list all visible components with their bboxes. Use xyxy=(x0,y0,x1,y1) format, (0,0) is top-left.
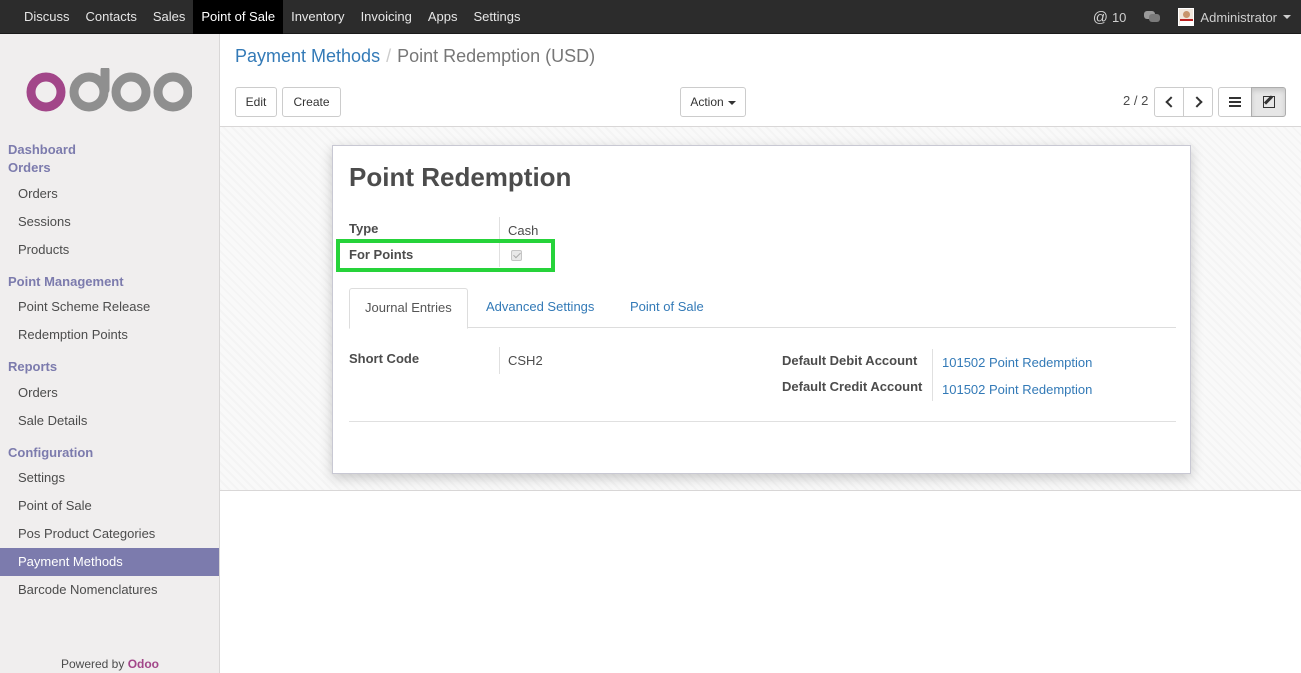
menu-discuss[interactable]: Discuss xyxy=(16,0,78,34)
app-menu: Discuss Contacts Sales Point of Sale Inv… xyxy=(16,0,529,34)
divider xyxy=(349,421,1176,422)
action-dropdown[interactable]: Action xyxy=(680,87,746,117)
debit-account-label: Default Debit Account xyxy=(782,353,918,368)
list-icon xyxy=(1229,97,1241,107)
sidebar-item-payment-methods[interactable]: Payment Methods xyxy=(0,548,219,576)
avatar[interactable] xyxy=(1178,8,1195,26)
action-label: Action xyxy=(690,95,724,109)
edit-button[interactable]: Edit xyxy=(235,87,277,117)
notifications-button[interactable]: @ 10 xyxy=(1093,9,1127,26)
menu-apps[interactable]: Apps xyxy=(420,0,466,34)
field-separator xyxy=(499,217,500,241)
chevron-left-icon xyxy=(1164,96,1177,108)
edit-icon xyxy=(1262,96,1275,108)
highlight-box xyxy=(336,239,555,272)
user-menu[interactable]: Administrator xyxy=(1200,10,1277,25)
breadcrumb-current: Point Redemption (USD) xyxy=(397,46,596,66)
short-code-label: Short Code xyxy=(349,351,420,366)
type-label: Type xyxy=(349,221,379,236)
powered-by-label: Powered by xyxy=(60,657,125,671)
tab-point-of-sale[interactable]: Point of Sale xyxy=(630,288,704,328)
top-navbar: Discuss Contacts Sales Point of Sale Inv… xyxy=(0,0,1301,34)
tab-journal-entries[interactable]: Journal Entries xyxy=(349,288,468,329)
pager-next-button[interactable] xyxy=(1183,87,1213,117)
sidebar-head-dashboard[interactable]: Dashboard xyxy=(8,142,76,157)
sidebar-item-settings[interactable]: Settings xyxy=(0,464,219,492)
control-panel: Payment Methods / Point Redemption (USD) E… xyxy=(220,34,1301,127)
menu-settings[interactable]: Settings xyxy=(466,0,529,34)
chevron-right-icon xyxy=(1190,96,1203,108)
sidebar-item-pos-product-categories[interactable]: Pos Product Categories xyxy=(0,520,219,548)
breadcrumb: Payment Methods / Point Redemption (USD) xyxy=(235,46,595,67)
sidebar-item-report-orders[interactable]: Orders xyxy=(0,379,219,407)
field-separator xyxy=(499,347,500,374)
chevron-down-icon xyxy=(727,100,736,105)
sidebar-head-reports[interactable]: Reports xyxy=(8,359,57,374)
chat-icon[interactable] xyxy=(1144,11,1161,23)
type-value: Cash xyxy=(508,223,539,238)
menu-invoicing[interactable]: Invoicing xyxy=(353,0,420,34)
powered-by-brand-link[interactable]: Odoo xyxy=(128,657,159,671)
breadcrumb-payment-methods[interactable]: Payment Methods xyxy=(235,46,380,66)
form-sheet: Point Redemption Type Cash For Points Jo… xyxy=(332,145,1191,474)
breadcrumb-separator: / xyxy=(386,46,392,66)
chevron-down-icon xyxy=(1283,15,1291,19)
systray: @ 10 Administrator xyxy=(1093,0,1291,34)
record-title: Point Redemption xyxy=(349,162,572,192)
notifications-count: 10 xyxy=(1111,9,1127,25)
credit-account-link[interactable]: 101502 Point Redemption xyxy=(942,382,1092,397)
at-icon: @ xyxy=(1092,8,1108,26)
tab-advanced-settings[interactable]: Advanced Settings xyxy=(486,288,594,328)
sidebar-item-redemption-points[interactable]: Redemption Points xyxy=(0,321,219,349)
credit-account-label: Default Credit Account xyxy=(782,379,923,394)
sidebar-item-sessions[interactable]: Sessions xyxy=(0,208,219,236)
pager-value[interactable]: 2 / 2 xyxy=(1123,93,1148,108)
sidebar-item-barcode-nomenclatures[interactable]: Barcode Nomenclatures xyxy=(0,576,219,604)
debit-account-link[interactable]: 101502 Point Redemption xyxy=(942,355,1092,370)
notebook-tabs: Journal Entries Advanced Settings Point … xyxy=(349,288,1176,329)
sidebar-item-products[interactable]: Products xyxy=(0,236,219,264)
menu-sales[interactable]: Sales xyxy=(145,0,194,34)
sidebar-item-point-scheme-release[interactable]: Point Scheme Release xyxy=(0,293,219,321)
sidebar-head-configuration[interactable]: Configuration xyxy=(8,445,93,460)
sidebar: Dashboard Orders Orders Sessions Product… xyxy=(0,34,220,673)
field-separator xyxy=(932,349,933,401)
pager-previous-button[interactable] xyxy=(1154,87,1184,117)
menu-point-of-sale[interactable]: Point of Sale xyxy=(193,0,284,34)
form-view: Point Redemption Type Cash For Points Jo… xyxy=(220,127,1301,491)
sidebar-head-point-management[interactable]: Point Management xyxy=(8,274,124,289)
powered-by: Powered by Odoo xyxy=(0,657,220,671)
menu-inventory[interactable]: Inventory xyxy=(283,0,352,34)
create-button[interactable]: Create xyxy=(282,87,341,117)
sidebar-item-sale-details[interactable]: Sale Details xyxy=(0,407,219,435)
list-view-button[interactable] xyxy=(1218,87,1252,117)
sidebar-item-orders[interactable]: Orders xyxy=(0,180,219,208)
sidebar-item-point-of-sale[interactable]: Point of Sale xyxy=(0,492,219,520)
form-view-button[interactable] xyxy=(1251,87,1286,117)
odoo-logo xyxy=(26,68,192,112)
menu-contacts[interactable]: Contacts xyxy=(78,0,145,34)
sidebar-head-orders[interactable]: Orders xyxy=(8,160,51,175)
short-code-value: CSH2 xyxy=(508,353,543,368)
